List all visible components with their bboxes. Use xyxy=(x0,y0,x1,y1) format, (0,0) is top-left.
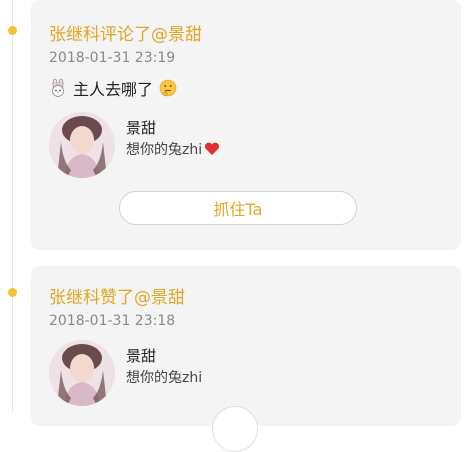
rabbit-face-emoji-icon xyxy=(49,78,67,97)
feed-title[interactable]: 张继科评论了@景甜 xyxy=(49,20,202,45)
partial-button[interactable] xyxy=(212,406,258,452)
feed-timestamp: 2018-01-31 23:19 xyxy=(49,50,176,66)
user-name[interactable]: 景甜 xyxy=(126,117,156,138)
catch-ta-button[interactable]: 抓住Ta xyxy=(119,191,357,225)
user-description: 想你的兔zhi xyxy=(126,139,220,159)
comment-text-row: 主人去哪了 xyxy=(49,76,177,100)
timeline-dot xyxy=(8,26,17,35)
comment-text: 主人去哪了 xyxy=(73,80,154,99)
avatar[interactable] xyxy=(49,340,115,406)
feed-card-comment: 张继科评论了@景甜 2018-01-31 23:19 主人去哪了 景甜 想你的兔… xyxy=(31,0,461,250)
user-description-text: 想你的兔zhi xyxy=(126,142,203,158)
timeline-dot xyxy=(8,288,17,297)
user-description-text: 想你的兔zhi xyxy=(126,370,203,386)
avatar[interactable] xyxy=(49,112,115,178)
timeline-line xyxy=(12,0,13,412)
feed-title[interactable]: 张继科赞了@景甜 xyxy=(49,283,185,308)
red-heart-icon xyxy=(204,142,220,156)
user-name[interactable]: 景甜 xyxy=(126,345,156,366)
feed-card-like: 张继科赞了@景甜 2018-01-31 23:18 景甜 想你的兔zhi xyxy=(31,266,461,426)
feed-timestamp: 2018-01-31 23:18 xyxy=(49,313,176,329)
user-description: 想你的兔zhi xyxy=(126,367,202,387)
thinking-face-emoji-icon xyxy=(159,79,177,97)
